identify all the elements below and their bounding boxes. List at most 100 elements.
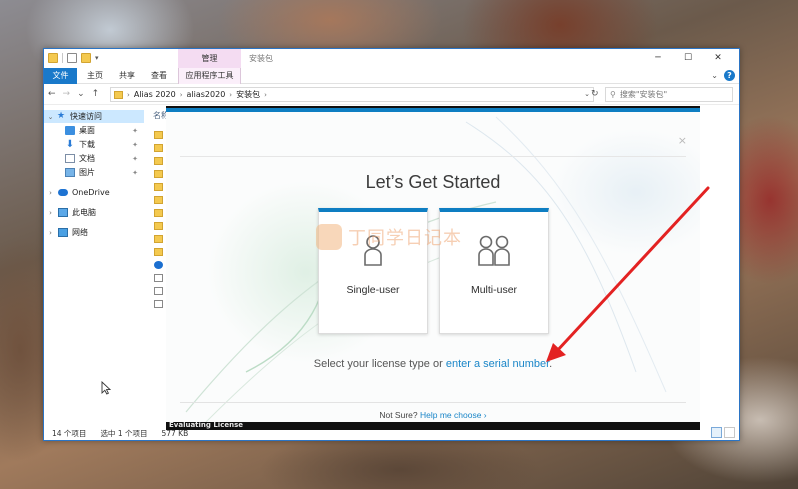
help-row: Not Sure? Help me choose ›	[166, 410, 700, 420]
folder-icon[interactable]	[48, 53, 58, 63]
title-bar: ▾ 管理 安装包 ─ ☐ ✕	[44, 49, 739, 68]
expand-ribbon-icon[interactable]: ⌄	[711, 71, 718, 80]
chevron-right-icon[interactable]: ›	[127, 91, 130, 99]
sidebar-item-label: 下载	[79, 140, 95, 149]
navigation-pane: ⌄ ★ 快速访问 桌面 ✦ ⬇ 下载 ✦ 文档 ✦ 图片 ✦ › OneDriv…	[44, 106, 146, 428]
network-icon	[58, 228, 68, 237]
folder-icon[interactable]	[154, 248, 163, 256]
sidebar-item-onedrive[interactable]: › OneDrive	[44, 186, 144, 199]
details-view-icon[interactable]	[711, 427, 722, 438]
chevron-down-icon[interactable]: ⌄	[46, 113, 55, 121]
sidebar-item-label: OneDrive	[72, 188, 110, 197]
folder-icon[interactable]	[154, 222, 163, 230]
close-button[interactable]: ✕	[703, 49, 733, 68]
search-input[interactable]	[619, 90, 720, 99]
cloud-icon	[58, 189, 68, 196]
sidebar-item-this-pc[interactable]: › 此电脑	[44, 206, 144, 219]
download-icon: ⬇	[65, 139, 75, 150]
help-me-choose-link[interactable]: Help me choose	[420, 410, 481, 420]
enter-serial-number-link[interactable]: enter a serial number	[446, 358, 549, 370]
tab-share[interactable]: 共享	[114, 68, 140, 84]
pin-icon[interactable]: ✦	[132, 169, 138, 177]
divider	[180, 402, 686, 403]
file-icon[interactable]	[154, 300, 163, 308]
breadcrumb-item[interactable]: alias2020	[187, 90, 226, 99]
not-sure-text: Not Sure?	[379, 410, 418, 420]
folder-icon[interactable]	[154, 183, 163, 191]
dialog-title: Let’s Get Started	[365, 172, 501, 192]
folder-icon[interactable]	[154, 131, 163, 139]
window-title: 安装包	[249, 54, 273, 63]
license-dialog: × Let’s Get Started Single-user Multi-us…	[166, 108, 700, 422]
help-icon[interactable]: ?	[724, 70, 735, 81]
up-arrow-icon[interactable]: ↑	[92, 89, 100, 99]
desktop-icon	[65, 126, 75, 135]
watermark-logo-icon	[316, 224, 342, 250]
manage-context-tab[interactable]: 管理	[178, 49, 241, 68]
decorative-swirl	[185, 116, 667, 422]
tab-home[interactable]: 主页	[82, 68, 108, 84]
divider	[180, 156, 686, 157]
large-icons-view-icon[interactable]	[724, 427, 735, 438]
close-icon[interactable]: ×	[678, 134, 687, 147]
new-folder-icon[interactable]	[81, 53, 91, 63]
sidebar-item-label: 快速访问	[70, 112, 102, 121]
sidebar-item-desktop[interactable]: 桌面 ✦	[44, 124, 144, 137]
sidebar-item-downloads[interactable]: ⬇ 下载 ✦	[44, 138, 144, 151]
watermark-text: 丁同学日记本	[348, 228, 462, 249]
prompt-period: .	[549, 358, 553, 370]
tab-view[interactable]: 查看	[146, 68, 172, 84]
chevron-right-icon[interactable]: ›	[264, 91, 267, 99]
installer-status-text: Evaluating License	[169, 421, 244, 429]
star-icon: ★	[56, 111, 66, 121]
minimize-button[interactable]: ─	[643, 49, 673, 68]
file-icon[interactable]	[154, 274, 163, 282]
chevron-right-icon[interactable]: ›	[46, 189, 55, 197]
folder-icon[interactable]	[154, 170, 163, 178]
chevron-down-icon[interactable]: ▾	[95, 54, 99, 62]
license-prompt: Select your license type or enter a seri…	[166, 358, 700, 370]
breadcrumb[interactable]: › Alias 2020 › alias2020 › 安装包 › ⌄	[110, 87, 594, 102]
pin-icon[interactable]: ✦	[132, 127, 138, 135]
chevron-right-icon[interactable]: ›	[229, 91, 232, 99]
breadcrumb-item[interactable]: 安装包	[236, 89, 260, 100]
item-count: 14 个项目	[52, 428, 87, 438]
recent-locations-icon[interactable]: ⌄	[77, 89, 85, 99]
properties-icon[interactable]	[67, 53, 77, 63]
pin-icon[interactable]: ✦	[132, 155, 138, 163]
ribbon-right-controls: ⌄ ?	[711, 70, 735, 81]
multi-user-icon	[478, 235, 510, 266]
ribbon-tabs: 文件 主页 共享 查看 应用程序工具 ⌄ ?	[44, 68, 739, 84]
folder-icon[interactable]	[154, 196, 163, 204]
forward-arrow-icon[interactable]: →	[63, 89, 71, 99]
single-user-label: Single-user	[346, 284, 400, 296]
folder-icon[interactable]	[154, 209, 163, 217]
chevron-right-icon[interactable]: ›	[46, 209, 55, 217]
sidebar-item-quick-access[interactable]: ⌄ ★ 快速访问	[44, 110, 144, 123]
setup-app-icon[interactable]	[154, 261, 163, 269]
prompt-text: Select your license type or	[313, 358, 446, 370]
folder-icon[interactable]	[154, 157, 163, 165]
back-arrow-icon[interactable]: ←	[48, 89, 56, 99]
window-controls: ─ ☐ ✕	[643, 49, 733, 68]
chevron-down-icon[interactable]: ⌄	[584, 90, 590, 98]
selection-count: 选中 1 个项目	[100, 428, 148, 438]
maximize-button[interactable]: ☐	[673, 49, 703, 68]
address-bar: ← → ⌄ ↑ › Alias 2020 › alias2020 › 安装包 ›…	[44, 85, 739, 105]
sidebar-item-label: 文档	[79, 154, 95, 163]
tab-file[interactable]: 文件	[44, 68, 77, 84]
breadcrumb-item[interactable]: Alias 2020	[134, 90, 176, 99]
chevron-right-icon[interactable]: ›	[180, 91, 183, 99]
sidebar-item-network[interactable]: › 网络	[44, 226, 144, 239]
folder-icon[interactable]	[154, 144, 163, 152]
sidebar-item-pictures[interactable]: 图片 ✦	[44, 166, 144, 179]
document-icon	[65, 154, 75, 163]
chevron-right-icon[interactable]: ›	[46, 229, 55, 237]
sidebar-item-documents[interactable]: 文档 ✦	[44, 152, 144, 165]
file-icon[interactable]	[154, 287, 163, 295]
refresh-icon[interactable]: ↻	[591, 89, 599, 99]
chevron-right-icon[interactable]: ›	[484, 410, 487, 420]
folder-icon[interactable]	[154, 235, 163, 243]
pin-icon[interactable]: ✦	[132, 141, 138, 149]
tab-application-tools[interactable]: 应用程序工具	[178, 68, 241, 84]
